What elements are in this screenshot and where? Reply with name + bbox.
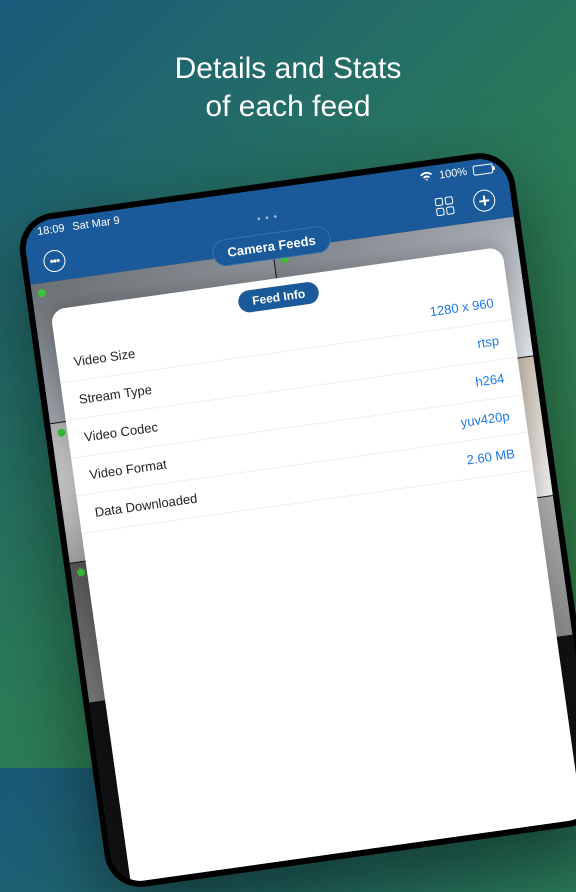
screen: 18:09 Sat Mar 9 100% • • • ••• — [22, 155, 576, 884]
online-indicator-icon — [37, 289, 46, 298]
info-label: Video Size — [73, 346, 136, 369]
info-value: 2.60 MB — [466, 446, 516, 468]
wifi-icon — [418, 170, 434, 186]
marketing-title-line1: Details and Stats — [0, 50, 576, 88]
info-label: Data Downloaded — [94, 491, 198, 520]
battery-icon — [472, 163, 493, 176]
info-value: h264 — [474, 371, 505, 390]
online-indicator-icon — [77, 568, 86, 577]
add-feed-button[interactable] — [470, 186, 499, 215]
status-time: 18:09 — [36, 222, 65, 238]
info-label: Video Codec — [83, 419, 159, 444]
battery-percent: 100% — [438, 166, 468, 182]
ellipsis-circle-icon: ••• — [42, 249, 67, 274]
info-value: 1280 x 960 — [429, 295, 495, 319]
marketing-title: Details and Stats of each feed — [0, 50, 576, 125]
info-label: Stream Type — [78, 382, 153, 407]
info-value: yuv420p — [460, 408, 511, 430]
plus-circle-icon — [472, 188, 497, 213]
device-frame: 18:09 Sat Mar 9 100% • • • ••• — [15, 149, 576, 892]
info-value: rtsp — [476, 333, 500, 351]
modal-title: Feed Info — [237, 281, 321, 314]
marketing-title-line2: of each feed — [0, 88, 576, 126]
status-date: Sat Mar 9 — [72, 215, 121, 234]
info-label: Video Format — [89, 456, 168, 482]
more-menu-button[interactable]: ••• — [40, 246, 69, 275]
feed-info-modal: Feed Info Video Size 1280 x 960 Stream T… — [50, 247, 576, 883]
layout-grid-button[interactable] — [430, 192, 459, 221]
grid-icon — [434, 196, 454, 216]
feed-info-list: Video Size 1280 x 960 Stream Type rtsp V… — [55, 282, 533, 534]
online-indicator-icon — [57, 428, 66, 437]
